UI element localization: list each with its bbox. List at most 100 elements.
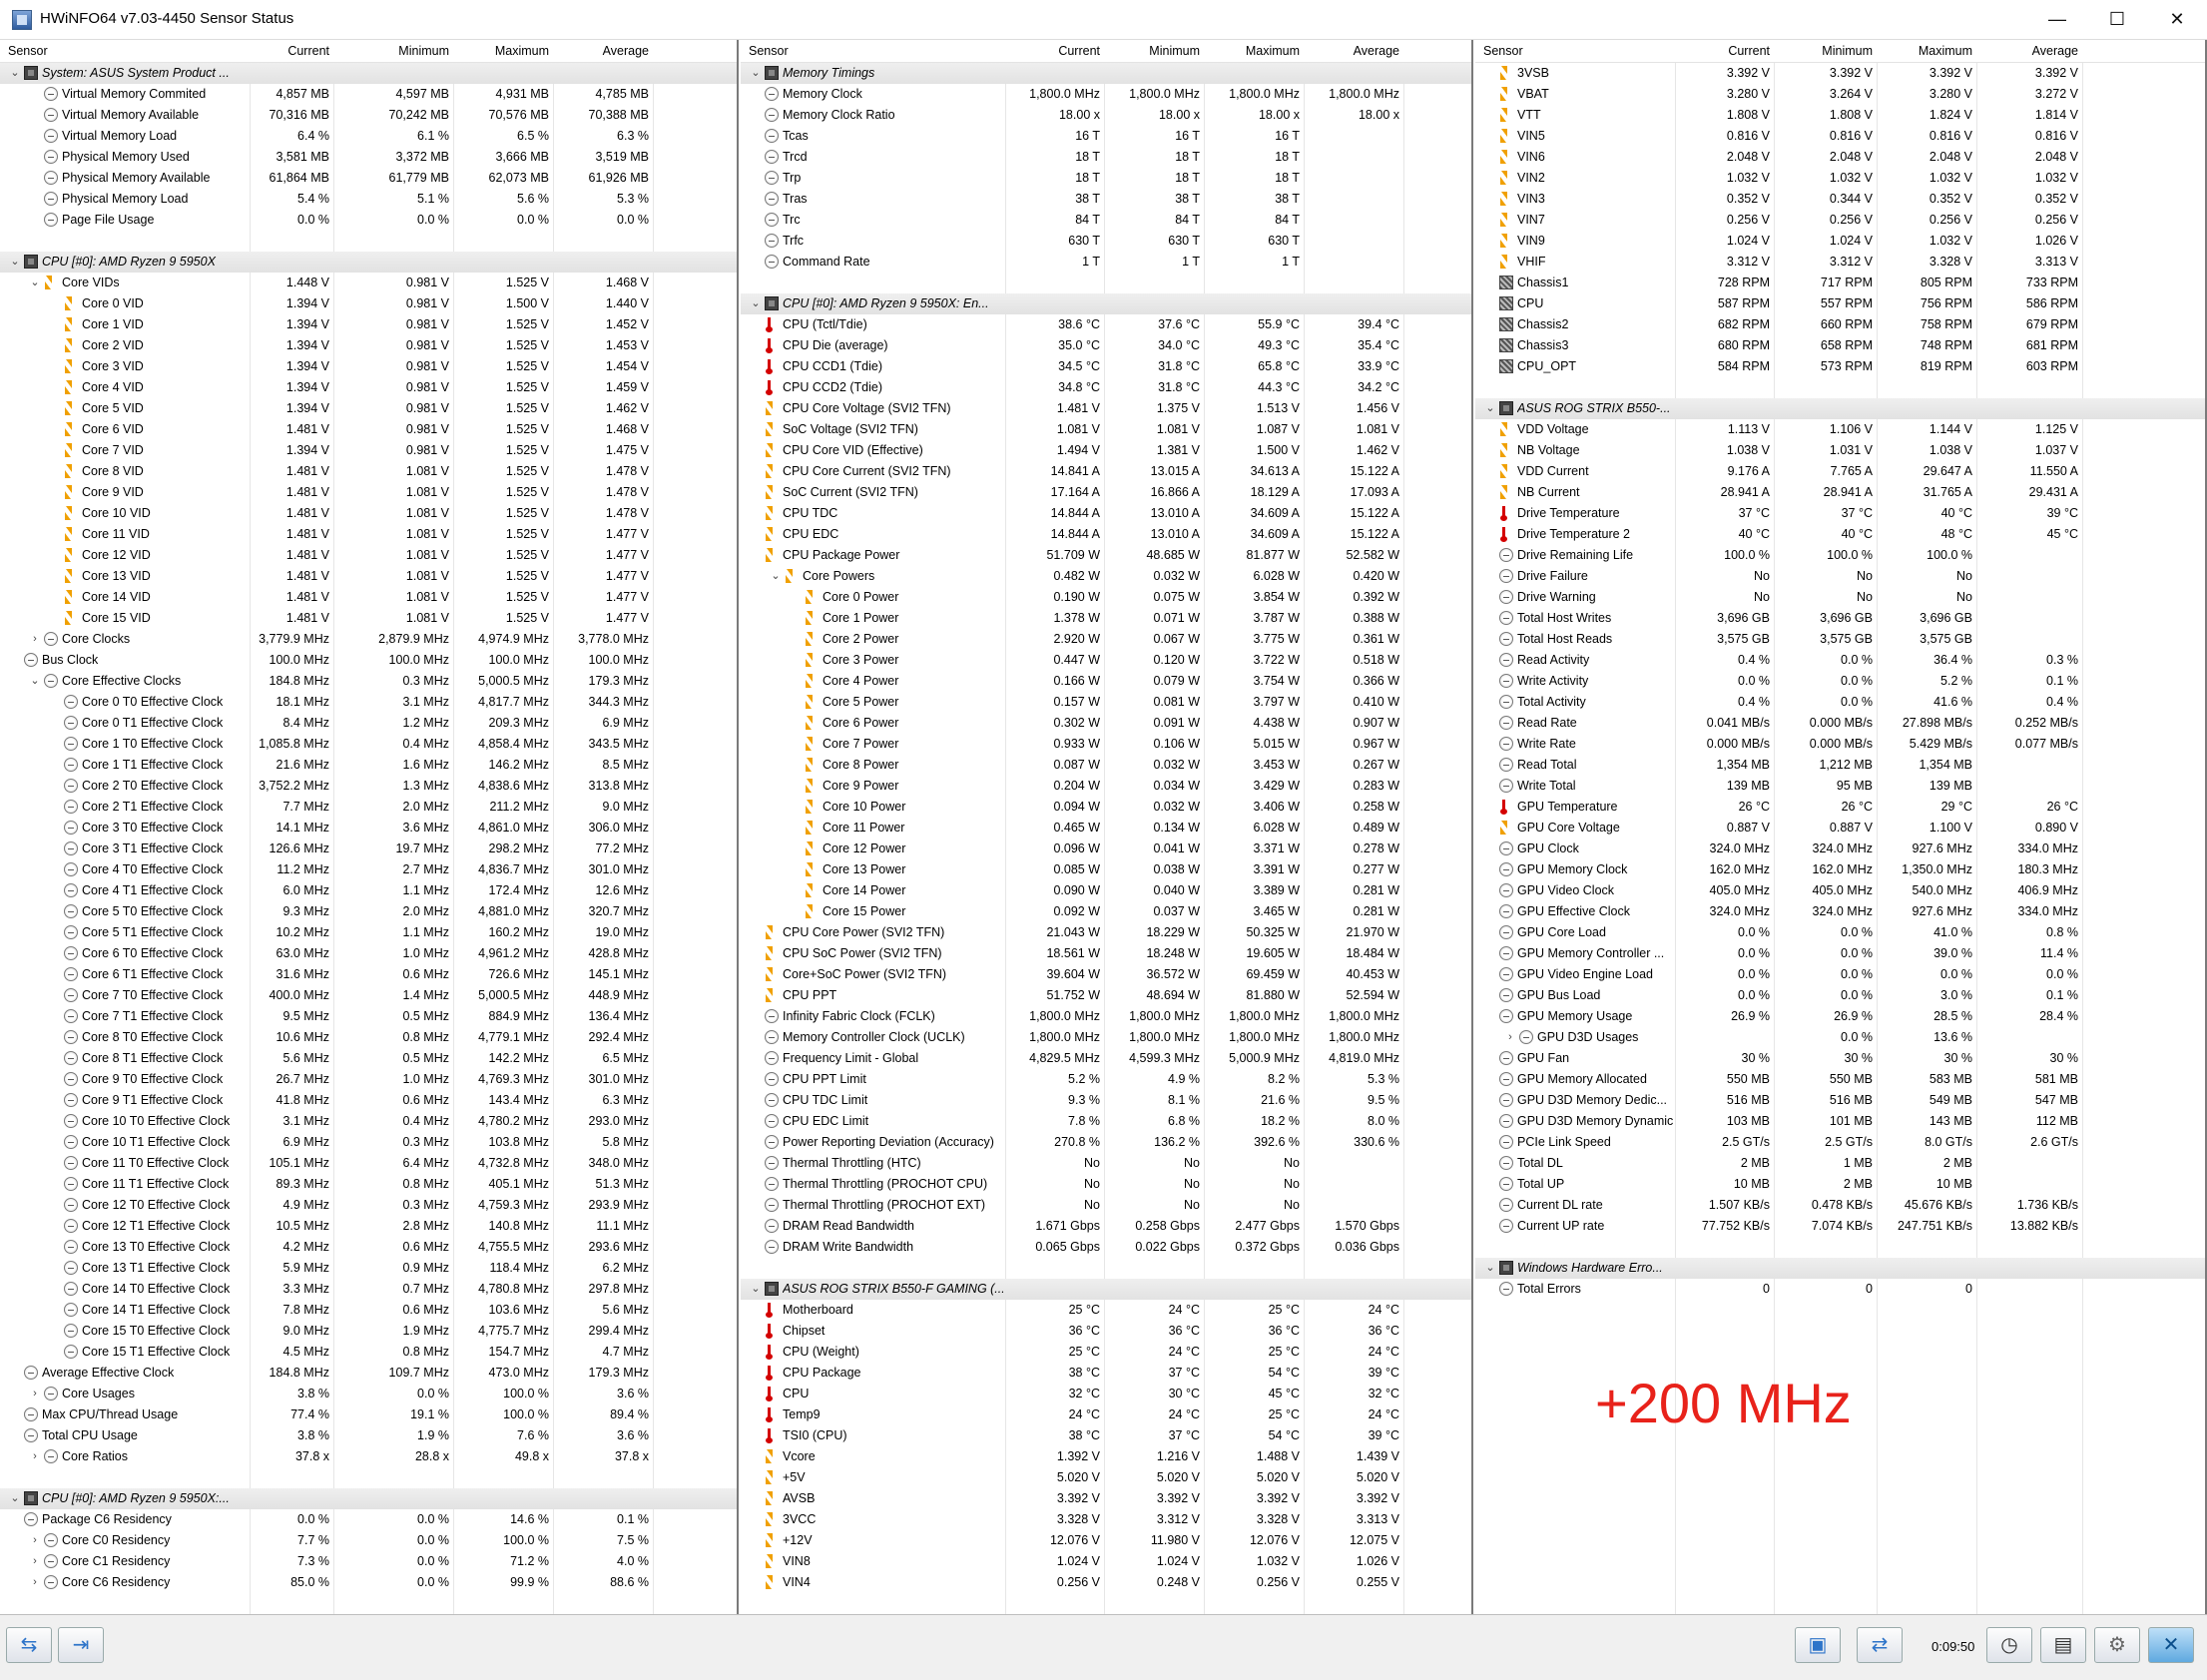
sensor-row[interactable]: VIN2 1.032 V 1.032 V 1.032 V 1.032 V <box>1475 168 2205 189</box>
sensor-row[interactable]: +5V 5.020 V 5.020 V 5.020 V 5.020 V <box>741 1467 1471 1488</box>
sensor-row[interactable]: DRAM Write Bandwidth 0.065 Gbps 0.022 Gbps… <box>741 1237 1471 1258</box>
sensor-row[interactable]: › Core Ratios 37.8 x 28.8 x 49.8 x 37.8 x <box>0 1446 737 1467</box>
sensor-row[interactable]: Core 11 T0 Effective Clock 105.1 MHz 6.4 M… <box>0 1153 737 1174</box>
sensor-row[interactable]: ⌄ Core VIDs 1.448 V 0.981 V 1.525 V 1.468 V <box>0 273 737 293</box>
add-report-icon[interactable]: ▤ <box>2040 1627 2086 1663</box>
sensor-row[interactable]: CPU Package Power 51.709 W 48.685 W 81.877 … <box>741 545 1471 566</box>
network-swap-icon[interactable]: ⇄ <box>1857 1627 1903 1663</box>
sensor-row[interactable]: Core 7 VID 1.394 V 0.981 V 1.525 V 1.475 V <box>0 440 737 461</box>
sensor-row[interactable]: GPU Temperature 26 °C 26 °C 29 °C 26 °C <box>1475 797 2205 818</box>
sensor-row[interactable]: Bus Clock 100.0 MHz 100.0 MHz 100.0 MHz 100.… <box>0 650 737 671</box>
sensor-row[interactable]: VDD Current 9.176 A 7.765 A 29.647 A 11.550 … <box>1475 461 2205 482</box>
column-header-average[interactable]: Average <box>554 44 649 58</box>
sensor-row[interactable]: Core 14 T1 Effective Clock 7.8 MHz 0.6 MHz… <box>0 1300 737 1321</box>
sensor-row[interactable]: CPU Core Voltage (SVI2 TFN) 1.481 V 1.375 … <box>741 398 1471 419</box>
chevron-down-icon[interactable]: ⌄ <box>769 568 783 584</box>
sensor-row[interactable]: Page File Usage 0.0 % 0.0 % 0.0 % 0.0 % <box>0 210 737 231</box>
sensor-row[interactable]: Core 8 Power 0.087 W 0.032 W 3.453 W 0.267 W <box>741 755 1471 776</box>
sensor-row[interactable]: Core 5 VID 1.394 V 0.981 V 1.525 V 1.462 V <box>0 398 737 419</box>
chevron-down-icon[interactable]: ⌄ <box>1483 1260 1497 1276</box>
sensor-row[interactable]: Read Activity 0.4 % 0.0 % 36.4 % 0.3 % <box>1475 650 2205 671</box>
sensor-row[interactable]: Total Errors 0 0 0 <box>1475 1279 2205 1300</box>
sensor-row[interactable]: Core 3 T0 Effective Clock 14.1 MHz 3.6 MHz… <box>0 818 737 839</box>
sensor-row[interactable]: Chipset 36 °C 36 °C 36 °C 36 °C <box>741 1321 1471 1342</box>
sensor-row[interactable]: CPU TDC Limit 9.3 % 8.1 % 21.6 % 9.5 % <box>741 1090 1471 1111</box>
sensor-row[interactable]: GPU Memory Allocated 550 MB 550 MB 583 MB 58… <box>1475 1069 2205 1090</box>
sensor-row[interactable]: Core 5 T0 Effective Clock 9.3 MHz 2.0 MHz 4… <box>0 901 737 922</box>
sensor-row[interactable]: VBAT 3.280 V 3.264 V 3.280 V 3.272 V <box>1475 84 2205 105</box>
sensor-row[interactable]: GPU Video Clock 405.0 MHz 405.0 MHz 540.0 M… <box>1475 880 2205 901</box>
navigate-collapse-icon[interactable]: ⇥ <box>58 1627 104 1663</box>
sensor-row[interactable]: +12V 12.076 V 11.980 V 12.076 V 12.075 V <box>741 1530 1471 1551</box>
chevron-down-icon[interactable]: ⌄ <box>749 65 763 81</box>
sensor-row[interactable]: CPU (Tctl/Tdie) 38.6 °C 37.6 °C 55.9 °C 39.4… <box>741 314 1471 335</box>
sensor-row[interactable]: Core 12 VID 1.481 V 1.081 V 1.525 V 1.477 V <box>0 545 737 566</box>
sensor-row[interactable]: Current UP rate 77.752 KB/s 7.074 KB/s 247.… <box>1475 1216 2205 1237</box>
sensor-row[interactable]: CPU Package 38 °C 37 °C 54 °C 39 °C <box>741 1363 1471 1384</box>
sensor-pane-2[interactable]: Sensor Current Minimum Maximum Average ⌄ Memor… <box>741 40 1473 1614</box>
sensor-row[interactable]: GPU D3D Memory Dedic... 516 MB 516 MB 549 M… <box>1475 1090 2205 1111</box>
column-header-average[interactable]: Average <box>1978 44 2078 58</box>
sensor-row[interactable]: CPU_OPT 584 RPM 573 RPM 819 RPM 603 RPM <box>1475 356 2205 377</box>
sensor-row[interactable]: CPU 587 RPM 557 RPM 756 RPM 586 RPM <box>1475 293 2205 314</box>
sensor-row[interactable]: VIN5 0.816 V 0.816 V 0.816 V 0.816 V <box>1475 126 2205 147</box>
sensor-group-header[interactable]: ⌄ Windows Hardware Erro... <box>1475 1258 2205 1279</box>
sensor-row[interactable]: Core 15 Power 0.092 W 0.037 W 3.465 W 0.281 … <box>741 901 1471 922</box>
sensor-row[interactable]: › Core Usages 3.8 % 0.0 % 100.0 % 3.6 % <box>0 1384 737 1404</box>
sensor-row[interactable]: GPU Video Engine Load 0.0 % 0.0 % 0.0 % 0.0 … <box>1475 964 2205 985</box>
sensor-row[interactable]: Core 4 Power 0.166 W 0.079 W 3.754 W 0.366 W <box>741 671 1471 692</box>
chevron-down-icon[interactable]: ⌄ <box>8 254 22 270</box>
sensor-row[interactable]: Trfc 630 T 630 T 630 T <box>741 231 1471 252</box>
sensor-row[interactable]: Core 13 T0 Effective Clock 4.2 MHz 0.6 MHz… <box>0 1237 737 1258</box>
sensor-row[interactable]: TSI0 (CPU) 38 °C 37 °C 54 °C 39 °C <box>741 1425 1471 1446</box>
sensor-row[interactable]: Memory Clock 1,800.0 MHz 1,800.0 MHz 1,800.… <box>741 84 1471 105</box>
sensor-row[interactable]: › Core Clocks 3,779.9 MHz 2,879.9 MHz 4,974.… <box>0 629 737 650</box>
sensor-row[interactable]: Core 13 VID 1.481 V 1.081 V 1.525 V 1.477 V <box>0 566 737 587</box>
sensor-row[interactable]: Core 15 T1 Effective Clock 4.5 MHz 0.8 MHz… <box>0 1342 737 1363</box>
column-header-minimum[interactable]: Minimum <box>1106 44 1200 58</box>
sensor-row[interactable]: CPU 32 °C 30 °C 45 °C 32 °C <box>741 1384 1471 1404</box>
sensor-row[interactable]: Write Activity 0.0 % 0.0 % 5.2 % 0.1 % <box>1475 671 2205 692</box>
sensor-row[interactable]: Memory Controller Clock (UCLK) 1,800.0 MH… <box>741 1027 1471 1048</box>
sensor-row[interactable]: Core 7 T0 Effective Clock 400.0 MHz 1.4 MH… <box>0 985 737 1006</box>
sensor-row[interactable]: CPU EDC 14.844 A 13.010 A 34.609 A 15.122 A <box>741 524 1471 545</box>
chevron-right-icon[interactable]: › <box>28 1553 42 1569</box>
sensor-row[interactable]: Power Reporting Deviation (Accuracy) 270.… <box>741 1132 1471 1153</box>
sensor-row[interactable]: Core 10 VID 1.481 V 1.081 V 1.525 V 1.478 V <box>0 503 737 524</box>
sensor-pane-1[interactable]: Sensor Current Minimum Maximum Average ⌄ Syste… <box>0 40 739 1614</box>
chevron-right-icon[interactable]: › <box>1503 1029 1517 1045</box>
sensor-group-header[interactable]: ⌄ CPU [#0]: AMD Ryzen 9 5950X <box>0 252 737 273</box>
sensor-row[interactable]: VIN9 1.024 V 1.024 V 1.032 V 1.026 V <box>1475 231 2205 252</box>
column-header-sensor[interactable]: Sensor <box>8 44 48 58</box>
sensor-row[interactable]: GPU Memory Controller ... 0.0 % 0.0 % 39.0 … <box>1475 943 2205 964</box>
chevron-down-icon[interactable]: ⌄ <box>749 1281 763 1297</box>
sensor-row[interactable]: Core 3 Power 0.447 W 0.120 W 3.722 W 0.518 W <box>741 650 1471 671</box>
sensor-row[interactable]: Core 2 VID 1.394 V 0.981 V 1.525 V 1.453 V <box>0 335 737 356</box>
sensor-row[interactable]: Trp 18 T 18 T 18 T <box>741 168 1471 189</box>
sensor-row[interactable]: Core 14 T0 Effective Clock 3.3 MHz 0.7 MHz… <box>0 1279 737 1300</box>
chevron-right-icon[interactable]: › <box>28 1448 42 1464</box>
sensor-row[interactable]: Total Host Writes 3,696 GB 3,696 GB 3,696 G… <box>1475 608 2205 629</box>
close-x-icon[interactable]: ✕ <box>2148 1627 2194 1663</box>
sensor-row[interactable]: Core 3 T1 Effective Clock 126.6 MHz 19.7 M… <box>0 839 737 859</box>
sensor-row[interactable]: CPU PPT 51.752 W 48.694 W 81.880 W 52.594 W <box>741 985 1471 1006</box>
sensor-row[interactable]: Chassis3 680 RPM 658 RPM 748 RPM 681 RPM <box>1475 335 2205 356</box>
clock-icon[interactable]: ◷ <box>1986 1627 2032 1663</box>
sensor-row[interactable]: Vcore 1.392 V 1.216 V 1.488 V 1.439 V <box>741 1446 1471 1467</box>
sensor-row[interactable]: Current DL rate 1.507 KB/s 0.478 KB/s 45.67… <box>1475 1195 2205 1216</box>
sensor-row[interactable]: CPU Core Power (SVI2 TFN) 21.043 W 18.229 … <box>741 922 1471 943</box>
sensor-row[interactable]: NB Voltage 1.038 V 1.031 V 1.038 V 1.037 V <box>1475 440 2205 461</box>
sensor-row[interactable]: Core 6 Power 0.302 W 0.091 W 4.438 W 0.907 W <box>741 713 1471 734</box>
sensor-row[interactable]: Write Total 139 MB 95 MB 139 MB <box>1475 776 2205 797</box>
sensor-row[interactable]: Core 9 T1 Effective Clock 41.8 MHz 0.6 MHz… <box>0 1090 737 1111</box>
sensor-row[interactable]: Max CPU/Thread Usage 77.4 % 19.1 % 100.0 % 8… <box>0 1404 737 1425</box>
sensor-row[interactable]: Core 6 VID 1.481 V 0.981 V 1.525 V 1.468 V <box>0 419 737 440</box>
column-header-current[interactable]: Current <box>1010 44 1100 58</box>
sensor-row[interactable]: Core 7 T1 Effective Clock 9.5 MHz 0.5 MHz 8… <box>0 1006 737 1027</box>
sensor-row[interactable]: CPU Die (average) 35.0 °C 34.0 °C 49.3 °C 35… <box>741 335 1471 356</box>
sensor-row[interactable]: Total CPU Usage 3.8 % 1.9 % 7.6 % 3.6 % <box>0 1425 737 1446</box>
sensor-row[interactable]: AVSB 3.392 V 3.392 V 3.392 V 3.392 V <box>741 1488 1471 1509</box>
sensor-row[interactable]: Trcd 18 T 18 T 18 T <box>741 147 1471 168</box>
sensor-row[interactable]: Thermal Throttling (HTC) No No No <box>741 1153 1471 1174</box>
sensor-row[interactable]: Drive Temperature 37 °C 37 °C 40 °C 39 °C <box>1475 503 2205 524</box>
